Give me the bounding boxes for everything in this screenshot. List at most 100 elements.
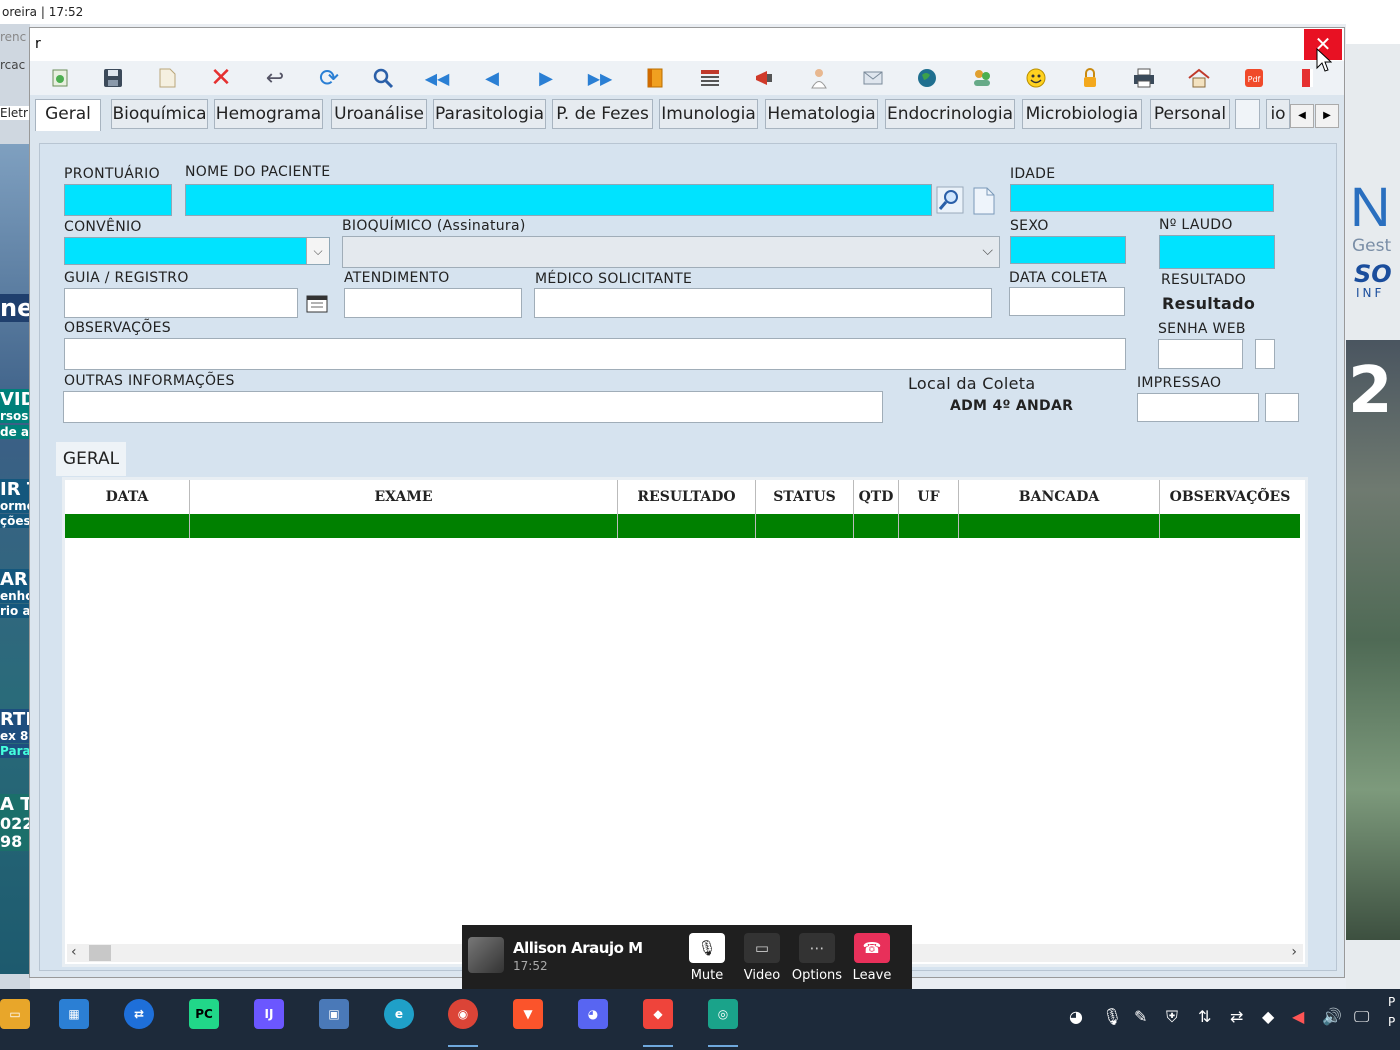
globe-icon[interactable]: [914, 65, 940, 91]
teamviewer-tray-icon[interactable]: ⇄: [1230, 1007, 1243, 1026]
tab-scroll-left-button[interactable]: ◀: [1290, 104, 1314, 128]
tab-partial[interactable]: io: [1266, 99, 1290, 129]
tab-personal[interactable]: Personal: [1150, 99, 1230, 129]
save-icon[interactable]: [100, 65, 126, 91]
column-header-exame[interactable]: EXAME: [190, 480, 618, 514]
sexo-input[interactable]: [1010, 236, 1126, 264]
pen-tray-icon[interactable]: ✎: [1134, 1007, 1147, 1026]
microphone-tray-icon[interactable]: 🎙: [1102, 1007, 1122, 1026]
tab-bioquimica[interactable]: Bioquímica: [111, 99, 208, 129]
video-off-icon[interactable]: ▭: [744, 933, 780, 963]
table-row-cell[interactable]: [756, 514, 854, 538]
hang-up-icon[interactable]: ☎: [854, 933, 890, 963]
chevron-down-icon[interactable]: ⌵: [982, 243, 993, 259]
mail-icon[interactable]: [860, 65, 886, 91]
chevron-down-icon[interactable]: ⌵: [306, 238, 329, 264]
megaphone-icon[interactable]: [751, 65, 777, 91]
more-options-icon[interactable]: ⋯: [799, 933, 835, 963]
table-row-cell[interactable]: [618, 514, 756, 538]
prontuario-input[interactable]: [64, 184, 172, 216]
search-patient-icon[interactable]: [936, 186, 964, 214]
scroll-left-icon[interactable]: ‹: [71, 944, 77, 960]
new-document-icon[interactable]: [971, 186, 997, 216]
tab-parasitologia[interactable]: Parasitologia: [433, 99, 546, 129]
senha-web-flag[interactable]: [1255, 339, 1275, 369]
column-header-uf[interactable]: UF: [899, 480, 959, 514]
intellij-icon[interactable]: IJ: [254, 999, 284, 1029]
remote-desktop-icon[interactable]: ▣: [319, 999, 349, 1029]
table-row-cell[interactable]: [1160, 514, 1300, 538]
previous-record-icon[interactable]: ◀: [479, 65, 505, 91]
security-tray-icon[interactable]: ⛨: [1166, 1007, 1178, 1027]
discord-icon[interactable]: ◕: [578, 999, 608, 1029]
tab-uroanalise[interactable]: Uroanálise: [331, 99, 427, 129]
idade-input[interactable]: [1010, 184, 1274, 212]
vpn-app-icon[interactable]: ◎: [708, 999, 738, 1029]
pycharm-icon[interactable]: PC: [189, 999, 219, 1029]
chrome-icon[interactable]: ◉: [448, 999, 478, 1029]
refresh-icon[interactable]: ⟳: [316, 64, 342, 92]
leave-label[interactable]: Leave: [842, 968, 902, 983]
first-record-icon[interactable]: ◀◀: [424, 65, 450, 91]
smiley-icon[interactable]: [1023, 65, 1049, 91]
scrollbar-thumb[interactable]: [89, 945, 111, 961]
column-header-resultado[interactable]: RESULTADO: [618, 480, 756, 514]
undo-icon[interactable]: ↩: [262, 65, 288, 91]
edge-icon[interactable]: e: [384, 999, 414, 1029]
column-header-qtd[interactable]: QTD: [854, 480, 899, 514]
options-label[interactable]: Options: [787, 968, 847, 983]
volume-icon[interactable]: 🔊: [1322, 1007, 1342, 1026]
impressao-flag[interactable]: [1265, 393, 1299, 422]
scroll-right-icon[interactable]: ›: [1291, 944, 1297, 960]
tab-geral[interactable]: Geral: [35, 99, 101, 131]
calendar-icon[interactable]: [305, 292, 329, 314]
delete-icon[interactable]: ✕: [208, 63, 234, 93]
new-record-icon[interactable]: [47, 65, 73, 91]
table-row-cell[interactable]: [959, 514, 1160, 538]
document-icon[interactable]: [154, 65, 180, 91]
anydesk-tray-icon[interactable]: ◆: [1262, 1007, 1274, 1026]
tab-imunologia[interactable]: Imunologia: [659, 99, 758, 129]
system-app-icon[interactable]: ▦: [59, 999, 89, 1029]
users-icon[interactable]: [969, 65, 995, 91]
senha-web-input[interactable]: [1158, 339, 1243, 369]
discord-tray-icon[interactable]: ◕: [1069, 1007, 1083, 1026]
sync-tray-icon[interactable]: ⇅: [1198, 1007, 1211, 1026]
file-explorer-icon[interactable]: ▭: [0, 999, 30, 1029]
pdf-icon[interactable]: Pdf: [1241, 65, 1267, 91]
search-icon[interactable]: [370, 65, 396, 91]
microphone-icon[interactable]: 🎙: [689, 933, 725, 963]
table-row-cell[interactable]: [190, 514, 618, 538]
teamviewer-icon[interactable]: ⇄: [124, 999, 154, 1029]
observacoes-input[interactable]: [64, 338, 1126, 370]
convenio-select[interactable]: ⌵: [64, 237, 330, 265]
tab-scroll-right-button[interactable]: ▶: [1315, 104, 1339, 128]
lock-icon[interactable]: [1077, 65, 1103, 91]
data-coleta-input[interactable]: [1009, 287, 1125, 316]
alert-tray-icon[interactable]: ◀: [1292, 1007, 1304, 1026]
column-header-status[interactable]: STATUS: [756, 480, 854, 514]
column-header-observacoes[interactable]: OBSERVAÇÕES: [1160, 480, 1300, 514]
table-row-cell[interactable]: [899, 514, 959, 538]
table-row-cell[interactable]: [854, 514, 899, 538]
book-icon[interactable]: [642, 65, 668, 91]
column-header-bancada[interactable]: BANCADA: [959, 480, 1160, 514]
tab-blank[interactable]: [1235, 99, 1260, 129]
last-record-icon[interactable]: ▶▶: [587, 65, 613, 91]
tab-endocrinologia[interactable]: Endocrinologia: [885, 99, 1015, 129]
brave-icon[interactable]: ▼: [513, 999, 543, 1029]
anydesk-icon[interactable]: ◆: [643, 999, 673, 1029]
laudo-input[interactable]: [1159, 235, 1275, 269]
mute-label[interactable]: Mute: [677, 968, 737, 983]
tab-grid-geral[interactable]: GERAL: [56, 442, 126, 476]
tab-hematologia[interactable]: Hematologia: [765, 99, 878, 129]
guia-input[interactable]: [64, 288, 298, 318]
column-header-data[interactable]: DATA: [65, 480, 190, 514]
medico-solicitante-input[interactable]: [534, 288, 992, 318]
nome-paciente-input[interactable]: [185, 184, 932, 216]
video-label[interactable]: Video: [732, 968, 792, 983]
doctor-icon[interactable]: [806, 65, 832, 91]
tab-microbiologia[interactable]: Microbiologia: [1022, 99, 1142, 129]
printer-icon[interactable]: [1131, 65, 1157, 91]
tab-p-de-fezes[interactable]: P. de Fezes: [552, 99, 653, 129]
